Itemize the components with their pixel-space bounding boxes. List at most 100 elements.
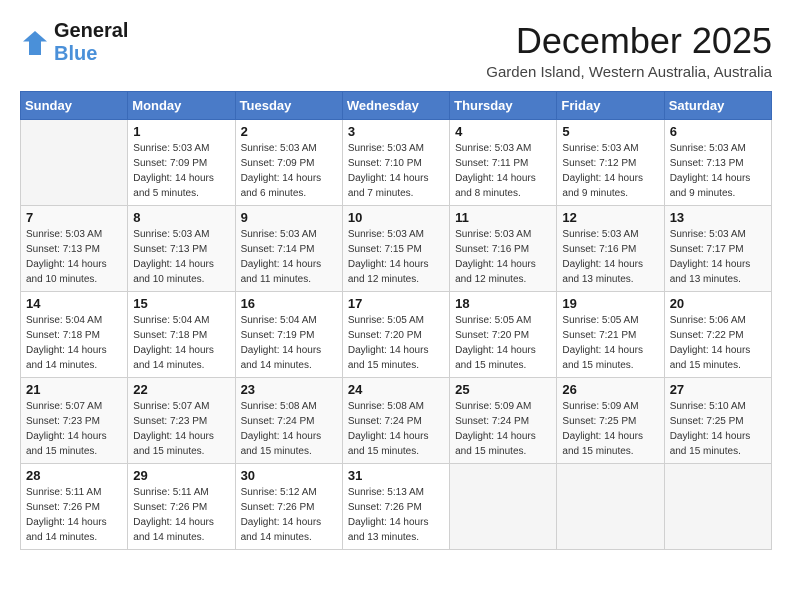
weekday-header-thursday: Thursday <box>450 92 557 120</box>
logo: General Blue <box>20 20 128 66</box>
day-info: Sunrise: 5:06 AMSunset: 7:22 PMDaylight:… <box>670 313 766 373</box>
day-info: Sunrise: 5:03 AMSunset: 7:14 PMDaylight:… <box>241 227 337 287</box>
day-info: Sunrise: 5:03 AMSunset: 7:16 PMDaylight:… <box>562 227 658 287</box>
weekday-header-wednesday: Wednesday <box>342 92 449 120</box>
day-number: 12 <box>562 210 658 225</box>
day-number: 23 <box>241 382 337 397</box>
day-number: 26 <box>562 382 658 397</box>
calendar-cell <box>557 464 664 550</box>
day-number: 24 <box>348 382 444 397</box>
day-info: Sunrise: 5:03 AMSunset: 7:13 PMDaylight:… <box>26 227 122 287</box>
calendar-cell: 25Sunrise: 5:09 AMSunset: 7:24 PMDayligh… <box>450 378 557 464</box>
day-info: Sunrise: 5:12 AMSunset: 7:26 PMDaylight:… <box>241 485 337 545</box>
calendar-header-row: SundayMondayTuesdayWednesdayThursdayFrid… <box>21 92 772 120</box>
calendar-cell <box>664 464 771 550</box>
calendar-cell: 15 Sunrise: 5:04 AMSunset: 7:18 PMDayligh… <box>128 292 235 378</box>
calendar-cell: 13 Sunrise: 5:03 AMSunset: 7:17 PMDayligh… <box>664 206 771 292</box>
page-header: General Blue December 2025 Garden Island… <box>20 20 772 81</box>
day-number: 29 <box>133 468 229 483</box>
day-info: Sunrise: 5:04 AMSunset: 7:19 PMDaylight:… <box>241 313 337 373</box>
month-title: December 2025 <box>486 20 772 62</box>
calendar-cell: 28Sunrise: 5:11 AMSunset: 7:26 PMDayligh… <box>21 464 128 550</box>
calendar-cell: 27 Sunrise: 5:10 AMSunset: 7:25 PMDayligh… <box>664 378 771 464</box>
calendar-cell: 31 Sunrise: 5:13 AMSunset: 7:26 PMDayligh… <box>342 464 449 550</box>
calendar-week-row: 7 Sunrise: 5:03 AMSunset: 7:13 PMDaylight… <box>21 206 772 292</box>
day-number: 11 <box>455 210 551 225</box>
day-number: 21 <box>26 382 122 397</box>
day-number: 15 <box>133 296 229 311</box>
calendar-cell: 5 Sunrise: 5:03 AMSunset: 7:12 PMDaylight… <box>557 120 664 206</box>
calendar-week-row: 21 Sunrise: 5:07 AMSunset: 7:23 PMDayligh… <box>21 378 772 464</box>
day-info: Sunrise: 5:11 AMSunset: 7:26 PMDaylight:… <box>133 485 229 545</box>
day-number: 9 <box>241 210 337 225</box>
calendar-cell: 10 Sunrise: 5:03 AMSunset: 7:15 PMDayligh… <box>342 206 449 292</box>
calendar-week-row: 1 Sunrise: 5:03 AMSunset: 7:09 PMDaylight… <box>21 120 772 206</box>
day-info: Sunrise: 5:05 AMSunset: 7:20 PMDaylight:… <box>348 313 444 373</box>
day-number: 1 <box>133 124 229 139</box>
weekday-header-tuesday: Tuesday <box>235 92 342 120</box>
calendar-cell: 8Sunrise: 5:03 AMSunset: 7:13 PMDaylight… <box>128 206 235 292</box>
day-info: Sunrise: 5:10 AMSunset: 7:25 PMDaylight:… <box>670 399 766 459</box>
day-info: Sunrise: 5:13 AMSunset: 7:26 PMDaylight:… <box>348 485 444 545</box>
day-number: 4 <box>455 124 551 139</box>
day-number: 17 <box>348 296 444 311</box>
day-info: Sunrise: 5:08 AMSunset: 7:24 PMDaylight:… <box>348 399 444 459</box>
day-info: Sunrise: 5:05 AMSunset: 7:20 PMDaylight:… <box>455 313 551 373</box>
calendar-cell: 20 Sunrise: 5:06 AMSunset: 7:22 PMDayligh… <box>664 292 771 378</box>
calendar-cell: 9 Sunrise: 5:03 AMSunset: 7:14 PMDaylight… <box>235 206 342 292</box>
calendar-cell: 12 Sunrise: 5:03 AMSunset: 7:16 PMDayligh… <box>557 206 664 292</box>
weekday-header-friday: Friday <box>557 92 664 120</box>
calendar-cell: 1Sunrise: 5:03 AMSunset: 7:09 PMDaylight… <box>128 120 235 206</box>
day-info: Sunrise: 5:03 AMSunset: 7:13 PMDaylight:… <box>670 141 766 201</box>
calendar-cell: 14Sunrise: 5:04 AMSunset: 7:18 PMDayligh… <box>21 292 128 378</box>
calendar-cell: 3 Sunrise: 5:03 AMSunset: 7:10 PMDaylight… <box>342 120 449 206</box>
day-info: Sunrise: 5:04 AMSunset: 7:18 PMDaylight:… <box>133 313 229 373</box>
calendar-week-row: 14Sunrise: 5:04 AMSunset: 7:18 PMDayligh… <box>21 292 772 378</box>
day-info: Sunrise: 5:03 AMSunset: 7:10 PMDaylight:… <box>348 141 444 201</box>
day-info: Sunrise: 5:03 AMSunset: 7:09 PMDaylight:… <box>241 141 337 201</box>
day-info: Sunrise: 5:07 AMSunset: 7:23 PMDaylight:… <box>133 399 229 459</box>
day-info: Sunrise: 5:07 AMSunset: 7:23 PMDaylight:… <box>26 399 122 459</box>
calendar-cell: 6Sunrise: 5:03 AMSunset: 7:13 PMDaylight… <box>664 120 771 206</box>
calendar-cell: 16Sunrise: 5:04 AMSunset: 7:19 PMDayligh… <box>235 292 342 378</box>
title-area: December 2025 Garden Island, Western Aus… <box>486 20 772 81</box>
weekday-header-sunday: Sunday <box>21 92 128 120</box>
calendar-week-row: 28 Sunrise: 5:11 AMSunset: 7:26 PMDayligh… <box>21 464 772 550</box>
day-info: Sunrise: 5:03 AMSunset: 7:17 PMDaylight:… <box>670 227 766 287</box>
day-number: 19 <box>562 296 658 311</box>
day-number: 13 <box>670 210 766 225</box>
calendar-cell: 24 Sunrise: 5:08 AMSunset: 7:24 PMDayligh… <box>342 378 449 464</box>
day-number: 10 <box>348 210 444 225</box>
day-number: 20 <box>670 296 766 311</box>
day-number: 28 <box>26 468 122 483</box>
calendar-cell: 18 Sunrise: 5:05 AMSunset: 7:20 PMDayligh… <box>450 292 557 378</box>
day-info: Sunrise: 5:09 AMSunset: 7:24 PMDaylight:… <box>455 399 551 459</box>
day-info: Sunrise: 5:08 AMSunset: 7:24 PMDaylight:… <box>241 399 337 459</box>
calendar-cell: 4 Sunrise: 5:03 AMSunset: 7:11 PMDaylight… <box>450 120 557 206</box>
calendar-cell: 17 Sunrise: 5:05 AMSunset: 7:20 PMDayligh… <box>342 292 449 378</box>
calendar-cell <box>450 464 557 550</box>
day-number: 31 <box>348 468 444 483</box>
calendar-cell: 30Sunrise: 5:12 AMSunset: 7:26 PMDayligh… <box>235 464 342 550</box>
calendar-cell: 11 Sunrise: 5:03 AMSunset: 7:16 PMDayligh… <box>450 206 557 292</box>
day-number: 18 <box>455 296 551 311</box>
day-number: 3 <box>348 124 444 139</box>
calendar-cell: 23 Sunrise: 5:08 AMSunset: 7:24 PMDayligh… <box>235 378 342 464</box>
day-number: 27 <box>670 382 766 397</box>
logo-text: General Blue <box>54 20 128 66</box>
day-info: Sunrise: 5:03 AMSunset: 7:12 PMDaylight:… <box>562 141 658 201</box>
calendar-cell: 26Sunrise: 5:09 AMSunset: 7:25 PMDayligh… <box>557 378 664 464</box>
calendar-cell: 29 Sunrise: 5:11 AMSunset: 7:26 PMDayligh… <box>128 464 235 550</box>
day-info: Sunrise: 5:03 AMSunset: 7:15 PMDaylight:… <box>348 227 444 287</box>
day-info: Sunrise: 5:03 AMSunset: 7:16 PMDaylight:… <box>455 227 551 287</box>
day-number: 7 <box>26 210 122 225</box>
day-info: Sunrise: 5:04 AMSunset: 7:18 PMDaylight:… <box>26 313 122 373</box>
day-number: 5 <box>562 124 658 139</box>
calendar-cell: 19Sunrise: 5:05 AMSunset: 7:21 PMDayligh… <box>557 292 664 378</box>
calendar-cell <box>21 120 128 206</box>
calendar-cell: 21 Sunrise: 5:07 AMSunset: 7:23 PMDayligh… <box>21 378 128 464</box>
location-subtitle: Garden Island, Western Australia, Austra… <box>486 64 772 81</box>
calendar-cell: 7 Sunrise: 5:03 AMSunset: 7:13 PMDaylight… <box>21 206 128 292</box>
day-info: Sunrise: 5:03 AMSunset: 7:11 PMDaylight:… <box>455 141 551 201</box>
day-number: 8 <box>133 210 229 225</box>
